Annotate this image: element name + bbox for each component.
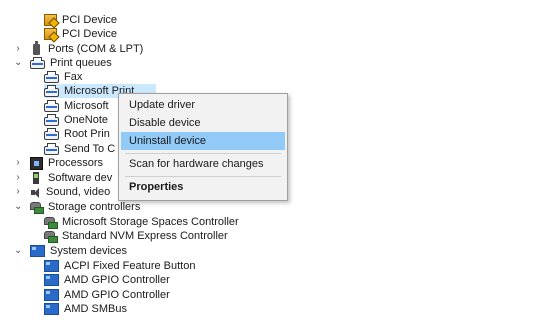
system-device-icon bbox=[44, 260, 59, 272]
tree-item-label: OneNote bbox=[64, 114, 109, 126]
tree-item-label: ACPI Fixed Feature Button bbox=[64, 260, 196, 272]
tree-item-label: AMD GPIO Controller bbox=[64, 274, 170, 286]
tree-item-fax[interactable]: Fax bbox=[44, 70, 82, 84]
tree-item-root-print[interactable]: Root Prin bbox=[44, 127, 110, 141]
printer-icon bbox=[44, 99, 59, 112]
printer-icon bbox=[44, 127, 59, 140]
tree-item-amd-gpio[interactable]: AMD GPIO Controller bbox=[44, 288, 170, 302]
chevron-right-icon[interactable]: › bbox=[14, 42, 22, 56]
tree-item-label: PCI Device bbox=[62, 14, 118, 26]
system-device-icon bbox=[44, 274, 59, 286]
storage-controller-icon bbox=[44, 231, 58, 243]
tree-item-onenote[interactable]: OneNote bbox=[44, 113, 108, 127]
system-device-icon bbox=[30, 245, 45, 257]
tree-item-pci-device[interactable]: PCI Device bbox=[44, 13, 117, 27]
tree-item-system-devices[interactable]: System devices bbox=[30, 244, 127, 258]
printer-icon bbox=[44, 84, 59, 97]
tree-item-label: Sound, video bbox=[46, 186, 111, 198]
properties-menu-item[interactable]: Properties bbox=[121, 178, 285, 196]
chevron-right-icon[interactable]: › bbox=[14, 185, 22, 199]
system-device-icon bbox=[44, 289, 59, 301]
tree-item-label: Print queues bbox=[50, 57, 112, 69]
tree-item-label: Fax bbox=[64, 71, 83, 83]
tree-item-acpi-fixed[interactable]: ACPI Fixed Feature Button bbox=[44, 259, 195, 273]
update-driver-menu-item[interactable]: Update driver bbox=[121, 96, 285, 114]
chevron-down-icon[interactable]: ⌄ bbox=[14, 56, 22, 70]
tree-item-label: AMD SMBus bbox=[64, 303, 127, 315]
disable-device-menu-item[interactable]: Disable device bbox=[121, 114, 285, 132]
tree-item-label: Microsoft bbox=[64, 100, 109, 112]
tree-item-label: Send To C bbox=[64, 143, 116, 155]
tree-item-label: Root Prin bbox=[64, 128, 110, 140]
tree-item-label: AMD GPIO Controller bbox=[64, 289, 170, 301]
warning-device-icon bbox=[44, 14, 57, 26]
tree-item-storage-controllers[interactable]: Storage controllers bbox=[30, 200, 140, 214]
tree-item-send-to[interactable]: Send To C bbox=[44, 142, 115, 156]
tree-item-label: Microsoft Storage Spaces Controller bbox=[62, 216, 239, 228]
tree-item-nvme-controller[interactable]: Standard NVM Express Controller bbox=[44, 229, 228, 243]
processor-icon bbox=[30, 156, 43, 170]
storage-controller-icon bbox=[44, 217, 58, 229]
tree-item-label: Software dev bbox=[48, 172, 113, 184]
chevron-right-icon[interactable]: › bbox=[14, 171, 22, 185]
tree-item-processors[interactable]: Processors bbox=[30, 156, 103, 170]
tree-item-amd-smbus[interactable]: AMD SMBus bbox=[44, 302, 127, 316]
storage-controller-icon bbox=[30, 202, 44, 214]
tree-item-label: Processors bbox=[48, 157, 104, 169]
chevron-right-icon[interactable]: › bbox=[14, 156, 22, 170]
port-icon bbox=[33, 40, 40, 55]
warning-device-icon bbox=[44, 28, 57, 40]
tree-item-label: Standard NVM Express Controller bbox=[62, 230, 228, 242]
tree-item-print-queues[interactable]: Print queues bbox=[30, 56, 112, 70]
menu-separator bbox=[125, 176, 281, 177]
tree-item-label: Ports (COM & LPT) bbox=[48, 43, 144, 55]
printer-icon bbox=[30, 56, 45, 69]
printer-icon bbox=[44, 70, 59, 83]
context-menu: Update driver Disable device Uninstall d… bbox=[118, 93, 288, 201]
tree-item-amd-gpio[interactable]: AMD GPIO Controller bbox=[44, 273, 170, 287]
chevron-down-icon[interactable]: ⌄ bbox=[14, 200, 22, 214]
tree-item-microsoft[interactable]: Microsoft bbox=[44, 99, 109, 113]
printer-icon bbox=[44, 142, 59, 155]
tree-item-software-devices[interactable]: Software dev bbox=[30, 171, 112, 185]
chevron-down-icon[interactable]: ⌄ bbox=[14, 244, 22, 258]
software-device-icon bbox=[33, 172, 39, 184]
tree-item-storage-spaces[interactable]: Microsoft Storage Spaces Controller bbox=[44, 215, 239, 229]
tree-item-sound-video[interactable]: Sound, video bbox=[30, 185, 110, 199]
printer-icon bbox=[44, 113, 59, 126]
system-device-icon bbox=[44, 303, 59, 315]
uninstall-device-menu-item[interactable]: Uninstall device bbox=[121, 132, 285, 150]
tree-item-label: PCI Device bbox=[62, 28, 118, 40]
tree-item-label: Storage controllers bbox=[48, 201, 141, 213]
tree-item-label: System devices bbox=[50, 245, 128, 257]
tree-item-pci-device[interactable]: PCI Device bbox=[44, 27, 117, 41]
speaker-icon bbox=[30, 187, 41, 198]
tree-item-ports[interactable]: Ports (COM & LPT) bbox=[30, 40, 144, 56]
scan-hardware-menu-item[interactable]: Scan for hardware changes bbox=[121, 155, 285, 173]
menu-separator bbox=[125, 153, 281, 154]
